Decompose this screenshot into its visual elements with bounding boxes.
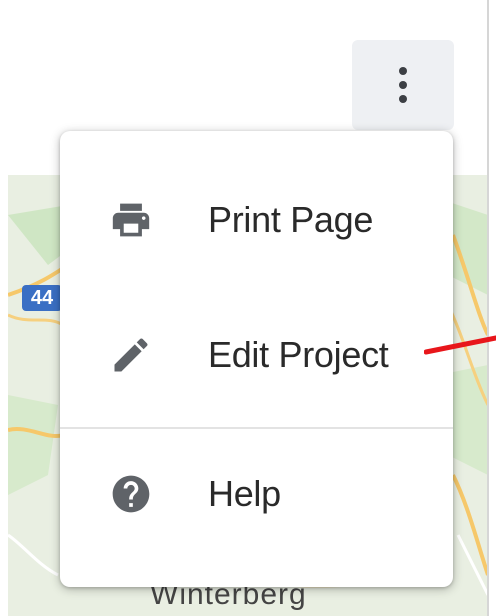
menu-divider [60,427,453,429]
panel-divider [487,0,489,616]
edit-pencil-icon [108,332,154,378]
menu-item-print-page[interactable]: Print Page [60,165,453,275]
menu-item-label: Edit Project [208,334,389,375]
menu-item-label: Help [208,473,281,514]
more-vert-icon [399,67,407,103]
page-edge [488,0,496,616]
menu-item-label: Print Page [208,199,374,240]
annotation-arrow [424,335,496,355]
print-icon [108,197,154,243]
help-circle-icon [108,471,154,517]
more-options-button[interactable] [352,40,454,130]
road-badge: 44 [22,285,62,311]
menu-item-help[interactable]: Help [60,439,453,549]
menu-item-edit-project[interactable]: Edit Project [60,300,453,410]
options-menu: Print Page Edit Project Help [60,131,453,587]
